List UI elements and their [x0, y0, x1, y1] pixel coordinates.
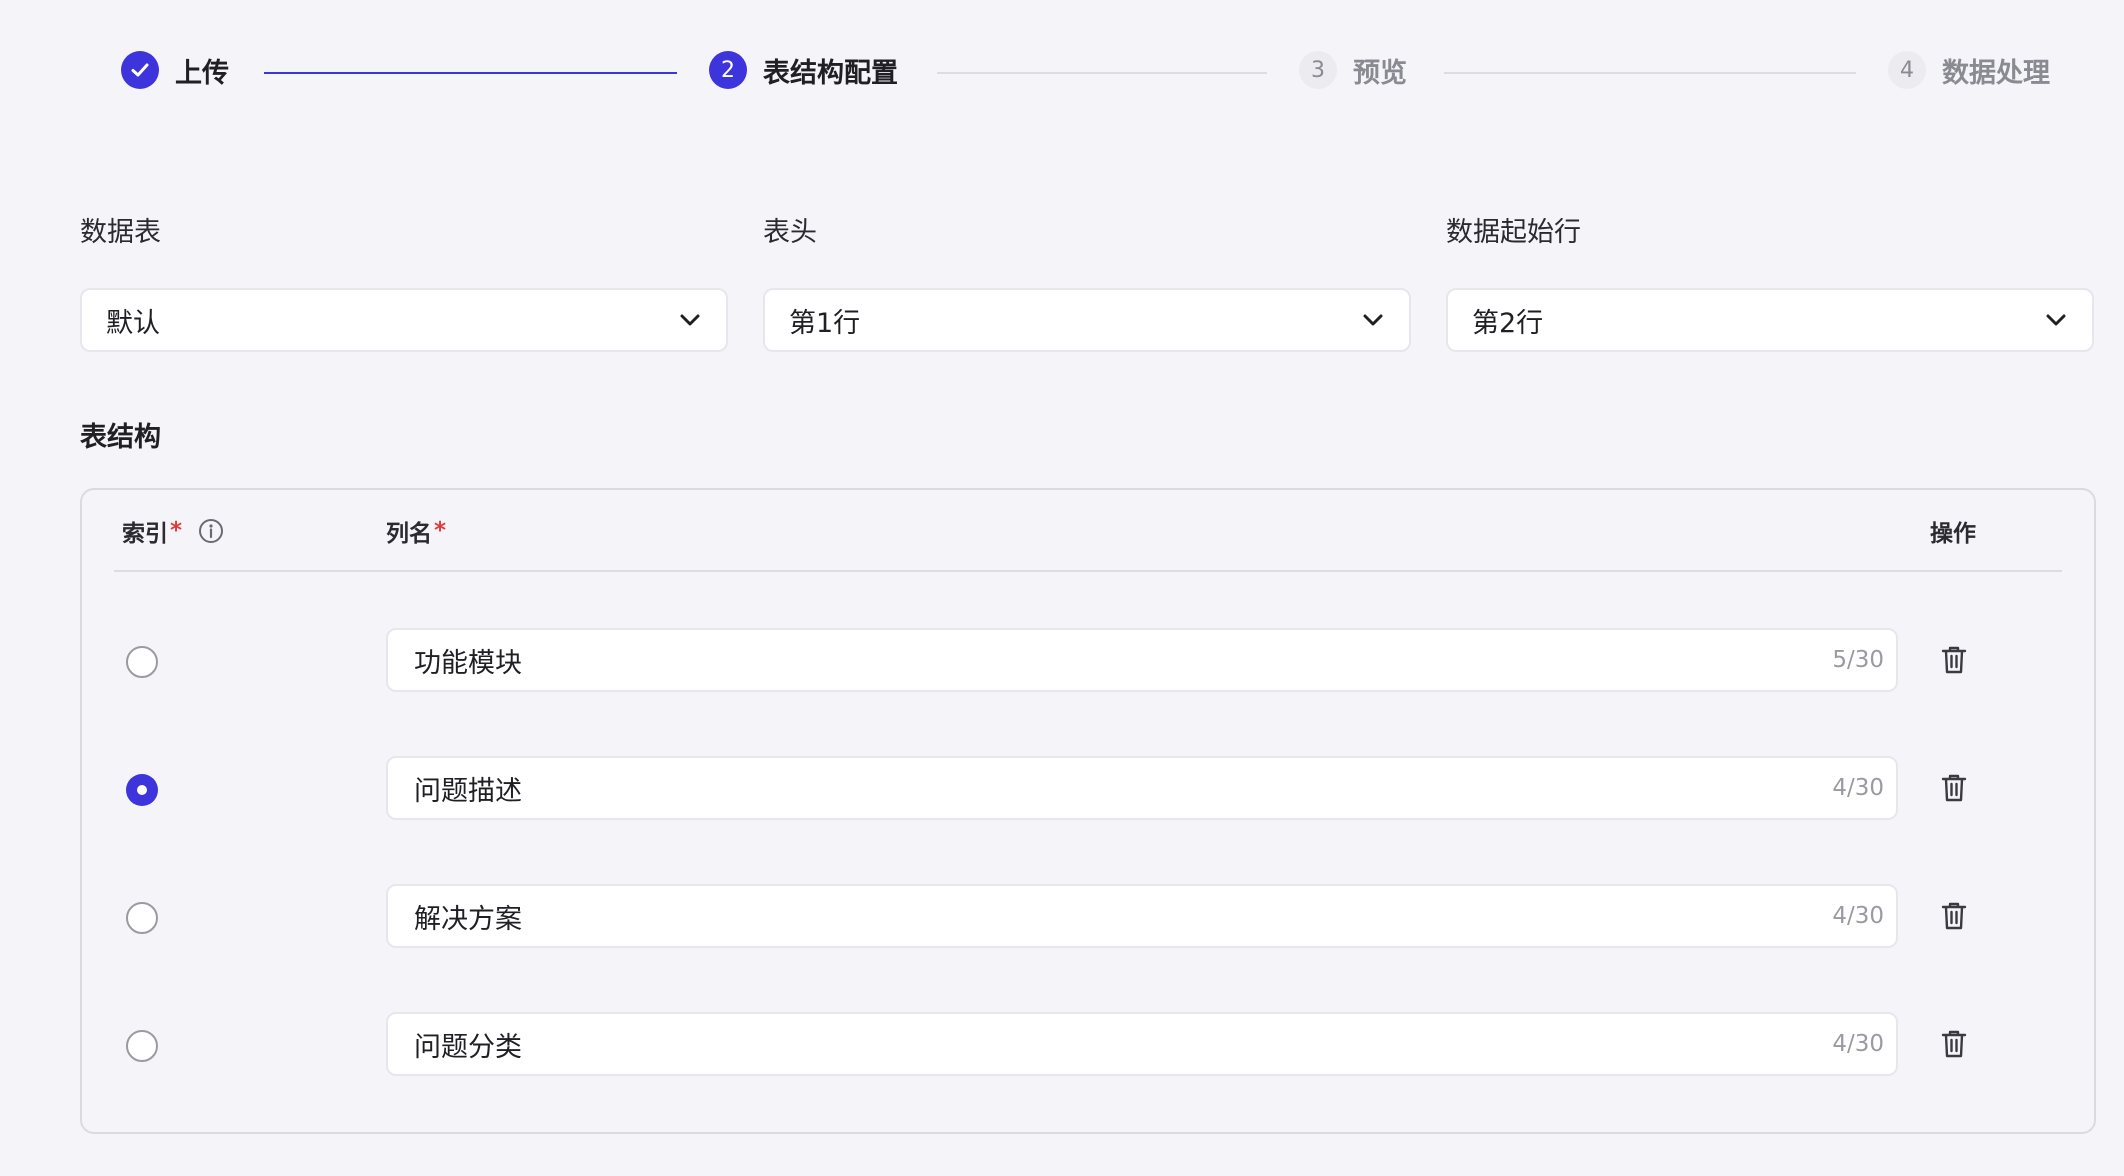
char-counter: 4/30: [1832, 903, 1884, 929]
actions-column-header: 操作: [1930, 514, 1976, 548]
step-connector-3: [1444, 72, 1856, 74]
start-row-select[interactable]: 第2行: [1446, 288, 2094, 352]
trash-icon[interactable]: [1940, 1029, 1968, 1059]
index-radio-row-1[interactable]: [126, 646, 158, 678]
header-divider: [114, 570, 2062, 572]
header-row-label: 表头: [763, 217, 817, 248]
required-marker: *: [170, 518, 183, 544]
sheet-select-value: 默认: [106, 307, 160, 339]
step-schema-config-label: 表结构配置: [763, 57, 898, 89]
column-name-header: 列名 *: [386, 514, 446, 548]
column-name-value: 问题描述: [414, 775, 522, 807]
header-row-select[interactable]: 第1行: [763, 288, 1411, 352]
column-name-input-row-3[interactable]: 解决方案 4/30: [386, 884, 1898, 948]
column-name-value: 解决方案: [414, 903, 522, 935]
column-name-label: 列名: [386, 521, 432, 547]
column-name-value: 功能模块: [414, 647, 522, 679]
index-radio-row-3[interactable]: [126, 902, 158, 934]
step-data-processing[interactable]: 4 数据处理: [1888, 48, 2050, 92]
info-icon[interactable]: [198, 518, 224, 544]
step-schema-config[interactable]: 2 表结构配置: [709, 48, 898, 92]
index-radio-row-4[interactable]: [126, 1030, 158, 1062]
trash-icon[interactable]: [1940, 645, 1968, 675]
check-icon: [121, 51, 159, 89]
column-name-input-row-4[interactable]: 问题分类 4/30: [386, 1012, 1898, 1076]
trash-icon[interactable]: [1940, 901, 1968, 931]
start-row-select-value: 第2行: [1472, 307, 1544, 339]
index-column-header: 索引 *: [122, 514, 224, 548]
step-preview[interactable]: 3 预览: [1299, 48, 1407, 92]
chevron-down-icon: [1363, 314, 1383, 326]
step-connector-1: [264, 72, 677, 74]
step-number-badge: 2: [709, 51, 747, 89]
start-row-label: 数据起始行: [1446, 217, 1581, 248]
index-column-label: 索引: [122, 521, 168, 547]
step-preview-label: 预览: [1353, 57, 1407, 89]
sheet-select[interactable]: 默认: [80, 288, 728, 352]
step-data-processing-label: 数据处理: [1942, 57, 2050, 89]
step-upload[interactable]: 上传: [121, 48, 229, 92]
index-radio-row-2[interactable]: [126, 774, 158, 806]
chevron-down-icon: [2046, 314, 2066, 326]
char-counter: 4/30: [1832, 1031, 1884, 1057]
step-upload-label: 上传: [175, 57, 229, 89]
trash-icon[interactable]: [1940, 773, 1968, 803]
header-row-select-value: 第1行: [789, 307, 861, 339]
sheet-label: 数据表: [80, 217, 161, 248]
required-marker: *: [434, 518, 447, 544]
column-name-input-row-1[interactable]: 功能模块 5/30: [386, 628, 1898, 692]
table-config-page: 上传 2 表结构配置 3 预览 4 数据处理 数据表 默认 表头 第1行 数据起…: [0, 0, 2124, 1176]
chevron-down-icon: [680, 314, 700, 326]
char-counter: 5/30: [1832, 647, 1884, 673]
column-name-input-row-2[interactable]: 问题描述 4/30: [386, 756, 1898, 820]
schema-section-title: 表结构: [80, 422, 161, 453]
column-name-value: 问题分类: [414, 1031, 522, 1063]
step-number-badge: 3: [1299, 51, 1337, 89]
step-connector-2: [937, 72, 1267, 74]
char-counter: 4/30: [1832, 775, 1884, 801]
actions-column-label: 操作: [1930, 521, 1976, 547]
step-number-badge: 4: [1888, 51, 1926, 89]
